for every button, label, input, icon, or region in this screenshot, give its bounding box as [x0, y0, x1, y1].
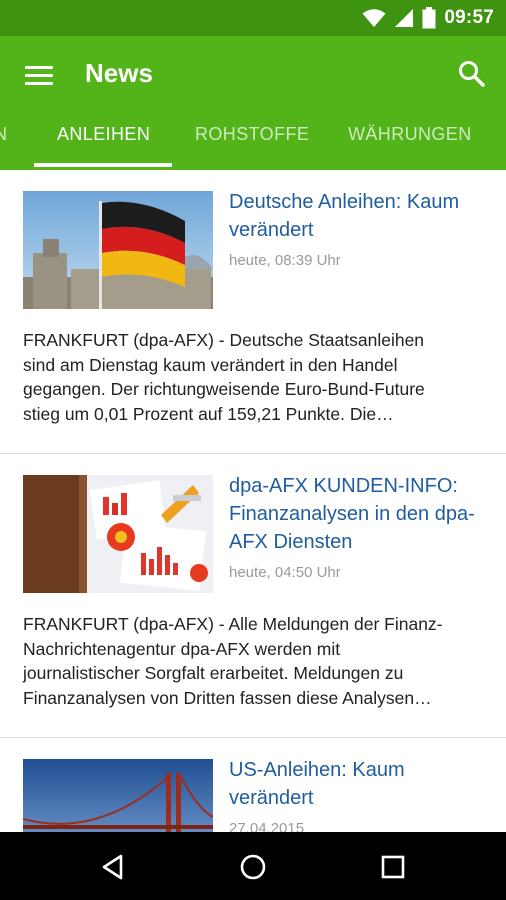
- status-bar: 09:57: [0, 0, 506, 36]
- article-thumbnail-golden-gate-bridge: [23, 759, 213, 832]
- app-bar: News: [0, 36, 506, 114]
- article-headline: dpa-AFX KUNDEN-INFO: Finanzanalysen in d…: [229, 475, 475, 553]
- article-summary: FRANKFURT (dpa-AFX) - Alle Meldungen der…: [23, 614, 443, 708]
- article-date: 27.04.2015: [229, 820, 305, 832]
- tab-waehrungen[interactable]: WÄHRUNGEN: [348, 114, 472, 170]
- news-item[interactable]: dpa-AFX KUNDEN-INFO: Finanzanalysen in d…: [0, 454, 506, 737]
- article-thumbnail-charts-wallet: [23, 475, 213, 593]
- navigation-bar: [0, 832, 506, 900]
- back-icon: [102, 854, 123, 880]
- tab-bar: N ANLEIHEN ROHSTOFFE WÄHRUNGEN: [0, 114, 506, 170]
- article-headline: Deutsche Anleihen: Kaum verändert: [229, 191, 460, 241]
- recents-button[interactable]: [375, 849, 411, 885]
- article-headline: US-Anleihen: Kaum verändert: [229, 759, 405, 809]
- status-time: 09:57: [444, 7, 494, 28]
- recents-icon: [381, 855, 405, 879]
- tab-anleihen[interactable]: ANLEIHEN: [57, 114, 150, 170]
- search-icon: [459, 61, 485, 87]
- article-date: heute, 04:50 Uhr: [229, 564, 341, 581]
- menu-button[interactable]: [22, 60, 56, 90]
- news-list: Deutsche Anleihen: Kaum verändert heute,…: [0, 170, 506, 832]
- back-button[interactable]: [95, 849, 131, 885]
- signal-icon: [395, 9, 414, 27]
- home-button[interactable]: [235, 849, 271, 885]
- status-icons: 09:57: [362, 0, 494, 36]
- wifi-icon: [362, 9, 386, 27]
- news-item[interactable]: Deutsche Anleihen: Kaum verändert heute,…: [0, 170, 506, 453]
- active-tab-indicator: [34, 163, 172, 167]
- tab-rohstoffe[interactable]: ROHSTOFFE: [195, 114, 309, 170]
- article-thumbnail-german-flag: [23, 191, 213, 309]
- news-item[interactable]: US-Anleihen: Kaum verändert 27.04.2015: [0, 738, 506, 832]
- search-button[interactable]: [456, 58, 488, 90]
- article-date: heute, 08:39 Uhr: [229, 252, 341, 269]
- battery-icon: [422, 7, 436, 29]
- page-title: News: [85, 58, 153, 88]
- tab-news-partial[interactable]: N: [0, 114, 7, 170]
- article-summary: FRANKFURT (dpa-AFX) - Deutsche Staatsanl…: [23, 330, 425, 424]
- home-icon: [240, 854, 266, 880]
